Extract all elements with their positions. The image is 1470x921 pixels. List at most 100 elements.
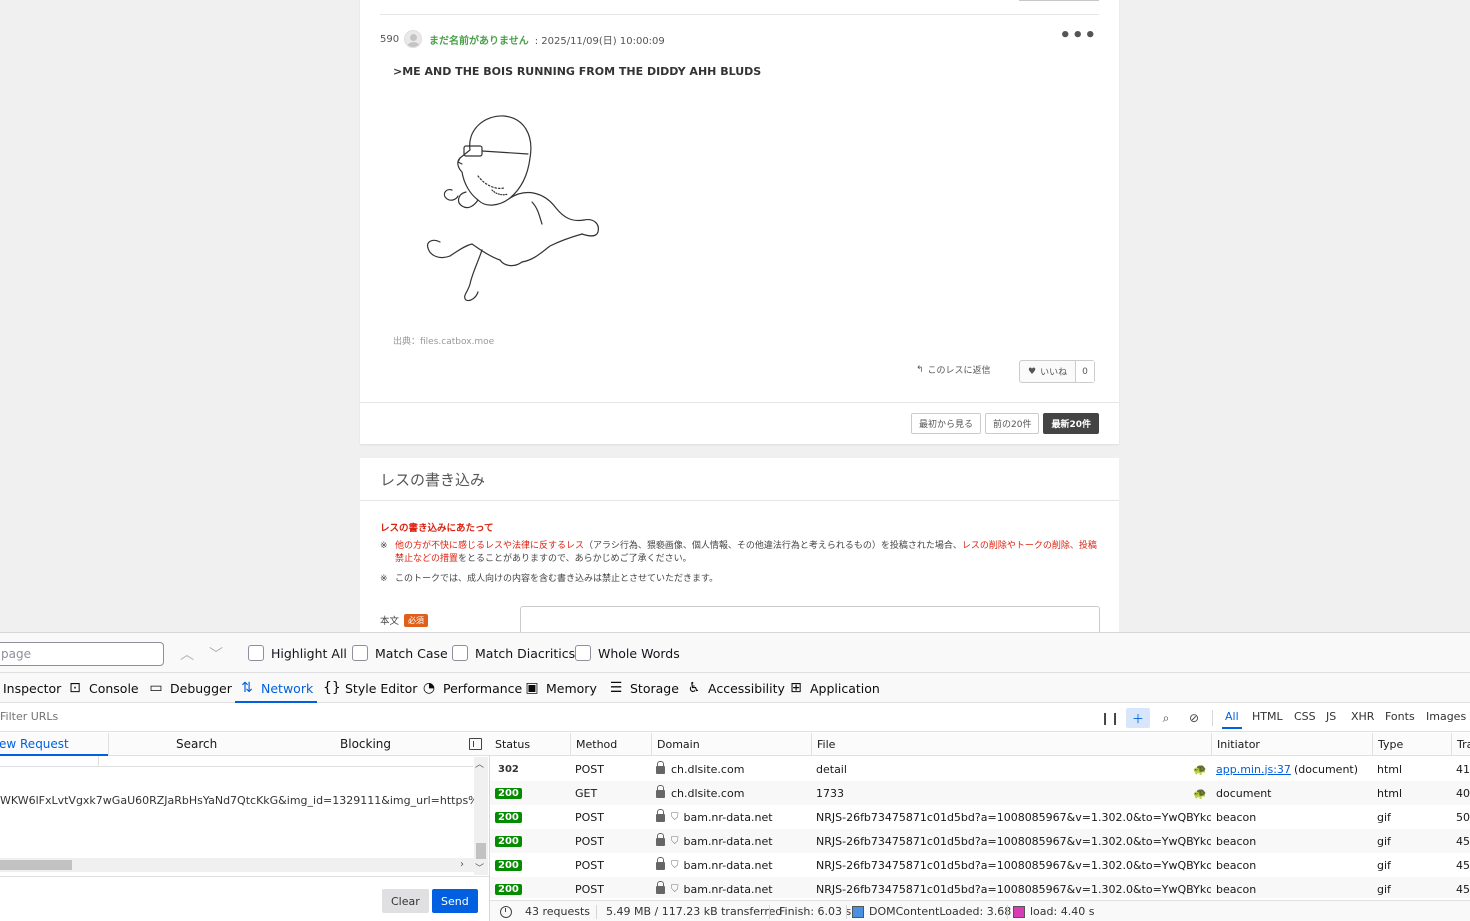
separator	[846, 905, 847, 919]
filter-css[interactable]: CSS	[1294, 710, 1316, 723]
table-row[interactable]: 200 POST ⛉ bam.nr-data.net NRJS-26fb73475871…	[490, 853, 1470, 877]
column-type[interactable]: Type	[1372, 733, 1451, 755]
table-row[interactable]: 200 GET ch.dlsite.com 1733 🐢 document html 40	[490, 781, 1470, 805]
whole-words-checkbox[interactable]: Whole Words	[575, 645, 680, 661]
scroll-right-icon[interactable]: ›	[460, 859, 464, 870]
scroll-up-icon[interactable]: ︿	[475, 757, 484, 770]
side-tabs: ew Request Search Blocking	[0, 733, 490, 756]
post-image[interactable]	[422, 110, 607, 305]
tab-label: Console	[89, 680, 139, 696]
find-previous-icon[interactable]: ︿	[180, 644, 194, 664]
filter-urls-input[interactable]: Filter URLs	[0, 710, 58, 723]
like-label: いいね	[1040, 368, 1068, 378]
domain-text: bam.nr-data.net	[683, 810, 773, 824]
reply-button[interactable]: ↰ このレスに返信	[916, 363, 991, 377]
status-badge: 200	[495, 835, 522, 847]
tab-blocking[interactable]: Blocking	[340, 737, 391, 751]
tab-network[interactable]: ⇅ Network	[234, 673, 318, 703]
tab-style-editor[interactable]: {} Style Editor	[323, 673, 417, 703]
pager-first-button[interactable]: 最初から見る	[911, 413, 982, 434]
filter-images[interactable]: Images	[1426, 710, 1466, 723]
file-text: NRJS-26fb73475871c01d5bd?a=1008085967&v=…	[816, 834, 1211, 848]
tab-label: Memory	[546, 680, 597, 696]
toggle-panel-icon[interactable]	[469, 738, 482, 750]
filter-fonts[interactable]: Fonts	[1385, 710, 1415, 723]
filter-all[interactable]: All	[1222, 710, 1242, 729]
match-case-checkbox[interactable]: Match Case	[352, 645, 448, 661]
tab-memory[interactable]: ▣ Memory	[524, 673, 597, 703]
block-icon[interactable]: ⊘	[1182, 708, 1206, 728]
checkbox-label: Match Case	[375, 645, 448, 661]
like-control: ♥ いいね 0	[1019, 360, 1095, 383]
load-time: load: 4.40 s	[1013, 905, 1094, 918]
divider	[380, 14, 1099, 15]
pause-icon[interactable]: ❙❙	[1098, 708, 1122, 728]
add-icon[interactable]: ＋	[1126, 708, 1150, 728]
divider	[98, 756, 99, 766]
required-badge: 必須	[404, 613, 429, 627]
tab-console[interactable]: ⊡ Console	[67, 673, 139, 703]
column-transferred[interactable]: Tra	[1451, 733, 1470, 755]
filter-html[interactable]: HTML	[1252, 710, 1283, 723]
highlight-all-checkbox[interactable]: Highlight All	[248, 645, 347, 661]
post-author[interactable]: まだ名前がありません	[429, 32, 529, 47]
pager-prev-button[interactable]: 前の20件	[985, 413, 1040, 434]
tracker-icon: ⛉	[671, 859, 679, 871]
cell-status: 200	[490, 781, 570, 805]
tab-label: Style Editor	[345, 680, 418, 696]
request-side-panel: ew Request Search Blocking WKW6lFxLvtVgx…	[0, 733, 490, 921]
column-initiator[interactable]: Initiator	[1211, 733, 1372, 755]
pager-latest-button[interactable]: 最新20件	[1043, 413, 1099, 434]
table-row[interactable]: 200 POST ⛉ bam.nr-data.net NRJS-26fb73475871…	[490, 805, 1470, 829]
cell-initiator: beacon	[1211, 877, 1372, 898]
search-icon[interactable]: ⌕	[1154, 708, 1178, 728]
filter-xhr[interactable]: XHR	[1351, 710, 1374, 723]
timer-icon	[500, 905, 512, 918]
match-diacritics-checkbox[interactable]: Match Diacritics	[452, 645, 575, 661]
find-next-icon[interactable]: ﹀	[209, 644, 223, 664]
devtools-toolbar: Inspector ⊡ Console ▭ Debugger ⇅ Network {}…	[0, 673, 1470, 703]
find-bar: page ︿ ﹀ Highlight All Match Case Match …	[0, 633, 1470, 673]
request-url[interactable]: WKW6lFxLvtVgxk7wGaU60RZJaRbHsYaNd7QtcKkG…	[0, 794, 474, 807]
request-count: 43 requests	[500, 905, 590, 918]
column-status[interactable]: Status	[490, 733, 570, 755]
find-input[interactable]: page	[0, 642, 164, 666]
notice-text: をとることがありますので、あらかじめご了承ください。	[458, 553, 692, 564]
write-card: レスの書き込み レスの書き込みにあたって ※ 他の方が不快に感じるレスや法律に反…	[360, 458, 1119, 646]
column-file[interactable]: File	[811, 733, 1211, 755]
button-edge	[1019, 0, 1099, 1]
transfer-size: 5.49 MB / 117.23 kB transferred	[606, 905, 783, 918]
tab-inspector[interactable]: Inspector	[3, 673, 61, 703]
cell-file: NRJS-26fb73475871c01d5bd?a=1008085967&v=…	[811, 829, 1211, 853]
initiator-link[interactable]: app.min.js:37	[1216, 763, 1291, 776]
column-domain[interactable]: Domain	[651, 733, 811, 755]
notice-red-text: 他の方が不快に感じるレスや法律に反するレス	[395, 541, 585, 551]
send-button[interactable]: Send	[432, 889, 478, 913]
console-icon: ⊡	[69, 680, 81, 696]
filter-js[interactable]: JS	[1326, 710, 1336, 723]
like-button[interactable]: ♥ いいね	[1020, 361, 1077, 382]
tab-new-request[interactable]: ew Request	[0, 737, 69, 751]
domain-text: ch.dlsite.com	[671, 762, 745, 776]
scroll-thumb[interactable]	[476, 843, 486, 859]
file-text: NRJS-26fb73475871c01d5bd?a=1008085967&v=…	[816, 810, 1211, 824]
tab-performance[interactable]: ◔ Performance	[421, 673, 522, 703]
scroll-thumb[interactable]	[0, 860, 72, 870]
clear-button[interactable]: Clear	[382, 889, 429, 913]
body-label-text: 本文	[380, 616, 400, 627]
post-date: : 2025/11/09(日) 10:00:09	[534, 35, 665, 47]
cell-domain: ⛉ bam.nr-data.net	[651, 805, 811, 829]
column-method[interactable]: Method	[570, 733, 651, 755]
tab-debugger[interactable]: ▭ Debugger	[148, 673, 232, 703]
tab-application[interactable]: ⊞ Application	[788, 673, 880, 703]
more-options-icon[interactable]: •••	[1059, 27, 1097, 45]
scroll-down-icon[interactable]: ﹀	[475, 861, 484, 874]
tab-storage[interactable]: ☰ Storage	[608, 673, 679, 703]
tab-search[interactable]: Search	[176, 737, 217, 751]
cell-method: GET	[575, 786, 598, 800]
tab-accessibility[interactable]: ♿ Accessibility	[686, 673, 785, 703]
table-row[interactable]: 302 POST ch.dlsite.com detail 🐢 app.min.js:37…	[490, 757, 1470, 781]
table-row[interactable]: 200 POST ⛉ bam.nr-data.net NRJS-26fb73475871…	[490, 877, 1470, 898]
table-row[interactable]: 200 POST ⛉ bam.nr-data.net NRJS-26fb73475871…	[490, 829, 1470, 853]
status-text: DOMContentLoaded: 3.68 s	[869, 905, 1021, 918]
